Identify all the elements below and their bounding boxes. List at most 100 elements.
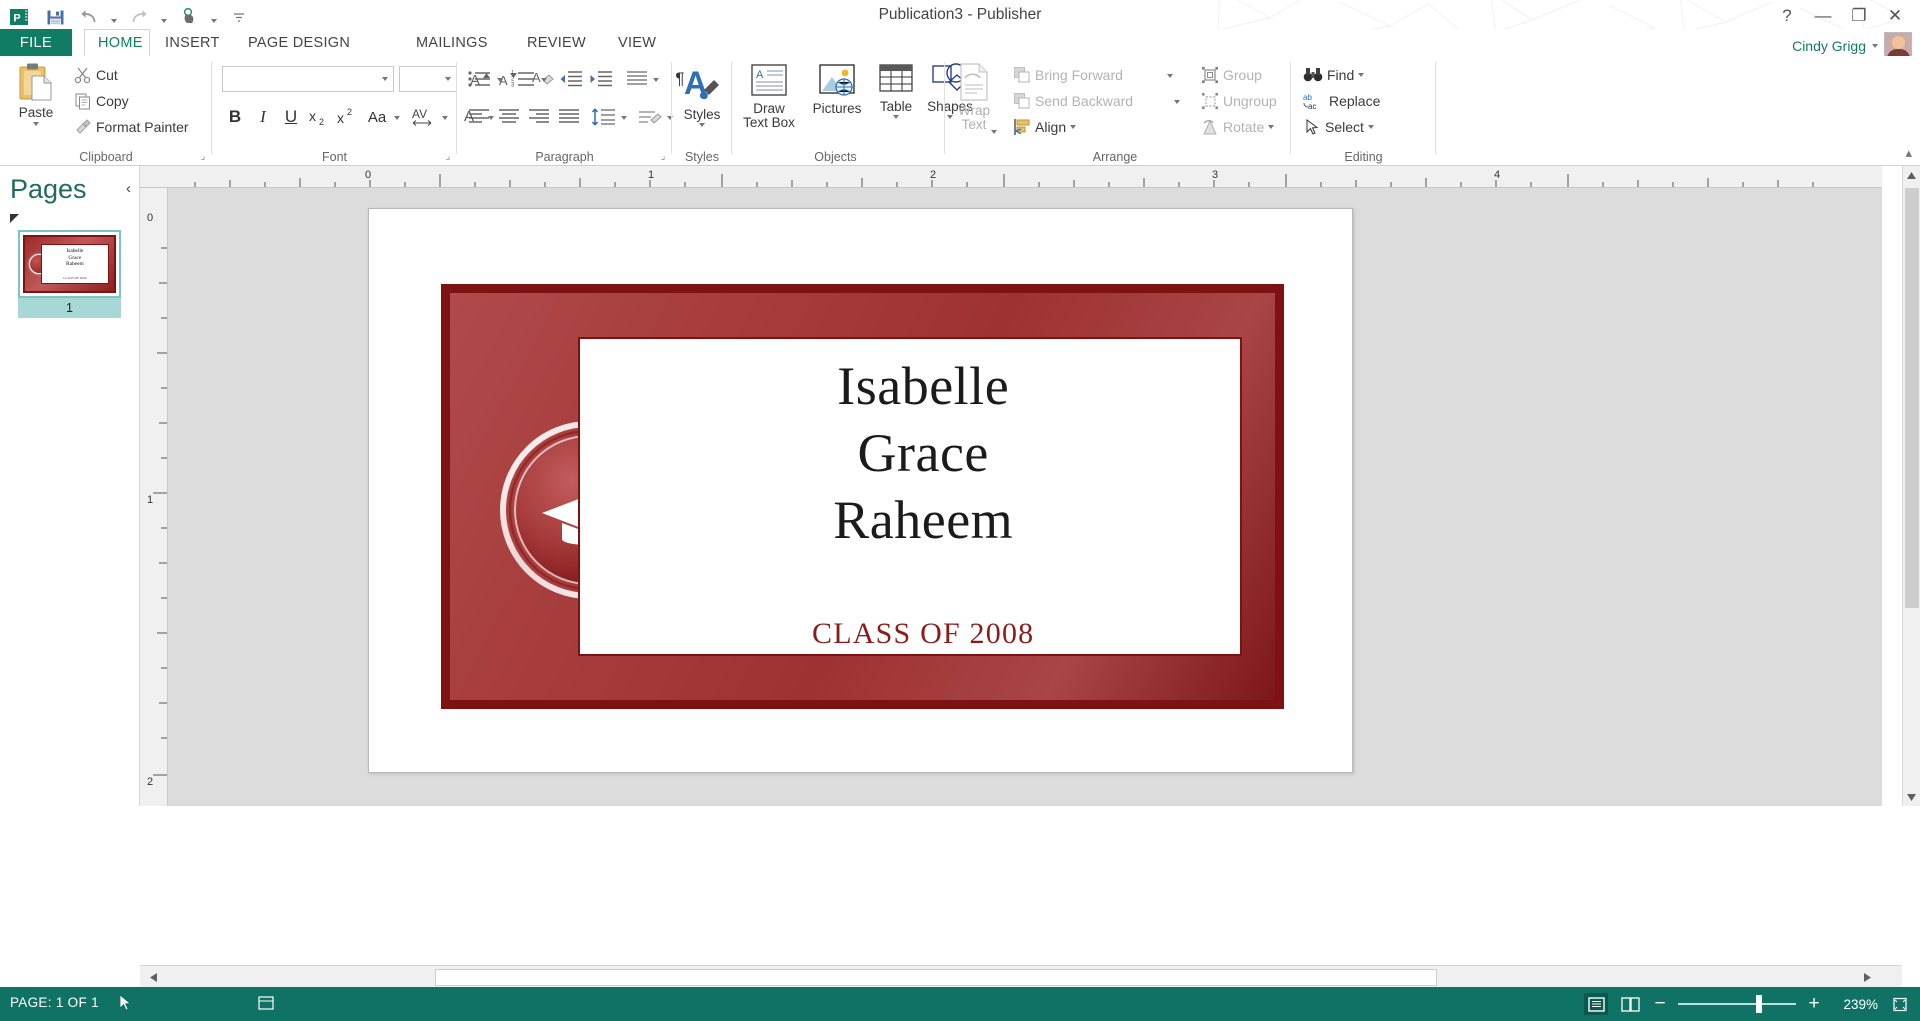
align-dropdown-icon[interactable] [1070,125,1077,129]
zoom-out-button[interactable]: − [1652,993,1668,1015]
text-effects-button[interactable] [635,104,665,130]
tab-page-design[interactable]: PAGE DESIGN [235,29,363,57]
find-dropdown-icon[interactable] [1358,73,1365,77]
increase-indent-button[interactable] [587,66,615,92]
copy-button[interactable]: Copy [70,90,190,112]
scroll-right-button[interactable] [1858,968,1876,986]
zoom-slider[interactable] [1678,995,1796,1013]
align-right-button[interactable] [525,104,553,130]
help-icon[interactable]: ? [1770,2,1804,30]
tab-review[interactable]: REVIEW [514,29,599,57]
pages-expand-triangle-icon[interactable] [10,214,19,223]
tab-home[interactable]: HOME [84,29,150,57]
italic-button[interactable]: I [250,104,276,130]
document-canvas[interactable]: Isabelle Grace Raheem CLASS OF 2008 [168,188,1882,806]
font-name-input[interactable] [222,66,394,92]
tab-mailings[interactable]: MAILINGS [403,29,501,57]
paste-button[interactable]: Paste [8,62,64,148]
align-button[interactable]: Align [1009,116,1099,138]
line-spacing-dropdown-icon[interactable] [621,116,627,120]
restore-icon[interactable]: ❐ [1842,2,1876,30]
justify-button[interactable] [555,104,583,130]
draw-text-box-button[interactable]: A Draw Text Box [738,62,800,150]
status-bar-right: − + 239% [1584,987,1912,1021]
zoom-level-label[interactable]: 239% [1832,997,1878,1012]
styles-dropdown-icon[interactable] [699,123,705,127]
cursor-position-icon[interactable] [118,994,132,1017]
user-name-label[interactable]: Cindy Grigg [1792,38,1866,54]
collapse-pages-pane-button[interactable]: ‹ [126,180,131,197]
horizontal-scrollbar[interactable] [140,965,1902,987]
change-case-button[interactable]: Aa [362,104,392,130]
bullets-button[interactable] [465,66,495,92]
scroll-down-button[interactable] [1903,788,1920,806]
line-spacing-button[interactable] [589,104,619,130]
zoom-slider-thumb[interactable] [1756,995,1762,1013]
character-spacing-dropdown-icon[interactable] [442,116,448,120]
select-dropdown-icon[interactable] [1367,125,1374,129]
bold-button[interactable]: B [222,104,248,130]
table-dropdown-icon[interactable] [893,115,899,119]
card-class-text[interactable]: CLASS OF 2008 [646,617,1200,651]
thumbnail-name: Isabelle Grace Raheem [66,248,84,268]
wrap-text-button: Wrap Text [945,62,1003,150]
find-button[interactable]: Find [1299,64,1377,86]
change-case-dropdown-icon[interactable] [394,116,400,120]
vertical-scrollbar[interactable] [1902,166,1920,806]
page-number-label[interactable]: 1 [18,298,121,318]
wrap-text-dropdown-icon[interactable] [991,130,997,134]
vertical-scroll-thumb[interactable] [1905,188,1919,608]
vertical-ruler[interactable]: 0 1 2 [140,188,168,806]
collapse-ribbon-button[interactable]: ▴ [1905,145,1912,161]
user-dropdown-icon[interactable] [1872,44,1878,48]
text-direction-button[interactable] [623,66,651,92]
cut-button[interactable]: Cut [70,64,190,86]
styles-button[interactable]: A Styles [676,64,728,146]
zoom-in-button[interactable]: + [1806,993,1822,1015]
character-spacing-button[interactable]: AV [408,104,440,130]
scroll-left-button[interactable] [144,968,162,986]
object-size-icon[interactable] [258,995,274,1016]
align-center-button[interactable] [495,104,523,130]
align-left-button[interactable] [465,104,493,130]
card-inner-panel[interactable]: Isabelle Grace Raheem CLASS OF 2008 [578,337,1242,656]
superscript-button[interactable]: x2 [334,104,360,130]
tab-view[interactable]: VIEW [605,29,669,57]
single-page-view-button[interactable] [1584,993,1608,1015]
horizontal-scroll-thumb[interactable] [435,969,1437,986]
format-painter-button[interactable]: Format Painter [70,116,205,138]
scroll-up-button[interactable] [1903,166,1920,184]
replace-button[interactable]: ab ac Replace [1299,90,1409,112]
horizontal-ruler[interactable]: 0 1 2 3 4 [140,166,1882,188]
close-icon[interactable]: ✕ [1878,2,1912,30]
svg-text:2: 2 [319,117,324,127]
page-thumbnail-1[interactable]: Isabelle Grace Raheem CLASS OF 2008 [18,230,121,298]
two-page-spread-view-button[interactable] [1618,993,1642,1015]
fit-page-button[interactable] [1888,993,1912,1015]
bullets-dropdown-icon[interactable] [497,78,503,82]
paste-dropdown-icon[interactable] [33,122,39,126]
pictures-button[interactable]: Pictures [806,62,868,150]
paragraph-dialog-launcher[interactable]: ⌟ [657,151,669,163]
text-direction-dropdown-icon[interactable] [653,78,659,82]
subscript-button[interactable]: x2 [306,104,332,130]
tab-file[interactable]: FILE [0,29,72,57]
font-dialog-launcher[interactable]: ⌟ [442,151,454,163]
send-backward-dropdown-icon[interactable] [1174,100,1180,104]
clipboard-dialog-launcher[interactable]: ⌟ [197,151,209,163]
tab-insert[interactable]: INSERT [152,29,233,57]
underline-button[interactable]: U [278,104,304,130]
select-button[interactable]: Select [1299,116,1399,138]
font-size-input[interactable] [399,66,457,92]
numbering-dropdown-icon[interactable] [541,78,547,82]
cut-label: Cut [96,67,118,83]
graduation-card[interactable]: Isabelle Grace Raheem CLASS OF 2008 [441,284,1284,709]
minimize-icon[interactable]: — [1806,2,1840,30]
page-sheet[interactable]: Isabelle Grace Raheem CLASS OF 2008 [368,208,1353,773]
bring-forward-dropdown-icon[interactable] [1167,74,1173,78]
table-button[interactable]: Table [870,62,922,150]
card-name-text[interactable]: Isabelle Grace Raheem [646,353,1200,554]
decrease-indent-button[interactable] [557,66,585,92]
numbering-button[interactable]: 1 2 3 [509,66,539,92]
rotate-dropdown-icon[interactable] [1268,125,1275,129]
